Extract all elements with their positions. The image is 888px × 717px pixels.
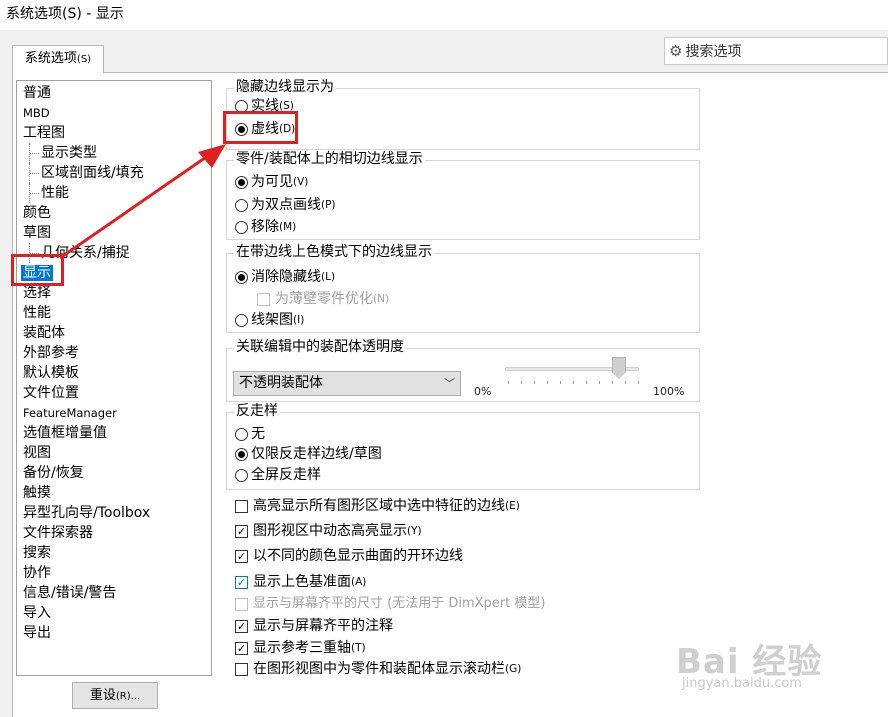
tab-label: 系统选项 <box>24 51 77 66</box>
watermark-url: jingyan.baidu.com <box>682 676 802 691</box>
annotation-arrow-line <box>59 151 213 260</box>
annotation-arrow <box>59 144 226 260</box>
annotation-arrow-head <box>198 144 226 168</box>
tab-system-options[interactable]: 系统选项(S) <box>12 45 104 73</box>
tab-shortcut: (S) <box>76 54 92 65</box>
